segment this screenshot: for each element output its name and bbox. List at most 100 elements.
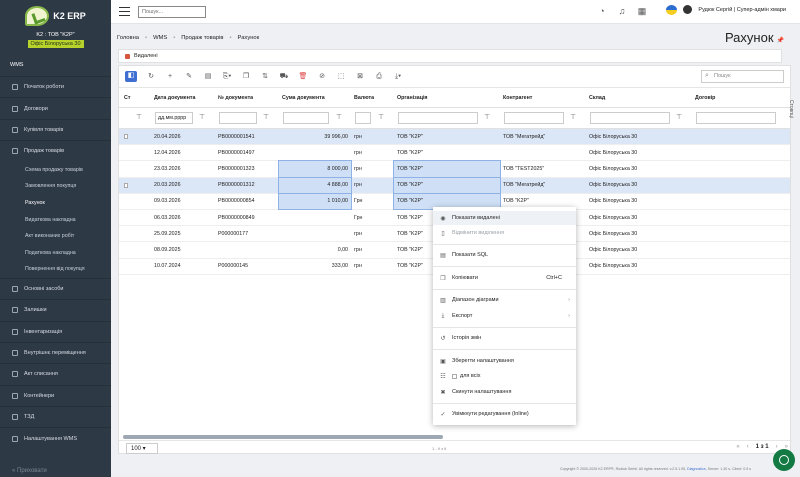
menu-item-show-sql[interactable]: ▤ Показати SQL [433, 248, 576, 262]
print-icon[interactable]: ⎙ [374, 72, 384, 82]
for-all-checkbox[interactable] [452, 373, 457, 379]
organization-filter-input[interactable] [398, 112, 478, 124]
col-sum[interactable]: Сума документа [279, 88, 351, 107]
warehouse-filter-input[interactable] [590, 112, 670, 124]
filter-icon[interactable]: ⊤ [199, 114, 205, 121]
col-status[interactable]: Ст [121, 88, 143, 107]
number-filter-input[interactable] [219, 112, 257, 124]
table-row[interactable]: 20.03.2026 РВ0000001312 4 888,00 грн ТОВ… [119, 176, 790, 194]
table-row[interactable]: 20.04.2026 РВ0000001541 39 996,00 грн ТО… [119, 129, 790, 146]
table-row[interactable]: 23.03.2026 РВ0000001323 8 000,00 грн ТОВ… [119, 160, 790, 178]
col-currency[interactable]: Валюта [351, 88, 391, 107]
move-icon[interactable]: ⇅ [260, 72, 270, 82]
col-warehouse[interactable]: Склад [586, 88, 656, 107]
sidebar-item-stock[interactable]: Залишки [0, 299, 111, 320]
menu-item-save-settings[interactable]: ▣ Зберегти налаштування [433, 354, 576, 368]
download-icon[interactable]: ⤓▾ [393, 72, 403, 82]
col-counterparty[interactable]: Контрагент [500, 88, 570, 107]
sidebar-subitem-orders[interactable]: Замовлення покупця [0, 178, 111, 195]
next-page-icon[interactable]: › [776, 444, 778, 450]
menu-item-show-deleted[interactable]: ◉ Показати видалені [433, 211, 576, 225]
sidebar-subitem-tax-invoice[interactable]: Податкова накладна [0, 245, 111, 262]
currency-filter-input[interactable] [355, 112, 371, 124]
document-icon[interactable]: ▤ [203, 72, 213, 82]
bell-icon[interactable]: ♫ [617, 6, 627, 16]
apps-grid-icon[interactable]: ▦ [637, 6, 647, 16]
sidebar-item-writeoff[interactable]: Акт списання [0, 363, 111, 384]
sum-filter-input[interactable] [283, 112, 329, 124]
sidebar-item-fixed-assets[interactable]: Основні засоби [0, 277, 111, 299]
refresh-icon[interactable]: ↻ [146, 72, 156, 82]
filter-icon[interactable]: ⊤ [263, 114, 269, 121]
user-area[interactable]: Рудюк Сергій | Супер-адмін хмари [666, 4, 786, 15]
contract-filter-input[interactable] [696, 112, 776, 124]
print-doc-icon[interactable]: ⎘▾ [222, 72, 232, 82]
filter-icon[interactable]: ⊤ [136, 114, 142, 121]
counterparty-filter-input[interactable] [504, 112, 564, 124]
horizontal-scrollbar[interactable] [119, 435, 775, 439]
col-date[interactable]: Дата документа [151, 88, 213, 107]
prev-page-icon[interactable]: ‹ [747, 444, 749, 450]
menu-item-copy[interactable]: ❐ Копіювати Ctrl+C [433, 271, 576, 285]
deselect-icon[interactable]: ⊠ [355, 72, 365, 82]
menu-item-export[interactable]: ⤓ Експорт › [433, 309, 576, 323]
menu-item-reset-settings[interactable]: ✖ Скинути налаштування [433, 385, 576, 399]
filter-icon[interactable]: ⊤ [378, 114, 384, 121]
delivery-icon[interactable]: ⛟ [279, 72, 289, 82]
delete-icon[interactable]: 🗑 [298, 72, 308, 82]
columns-side-panel[interactable]: Стовпці [784, 100, 794, 140]
sidebar-item-containers[interactable]: Контейнери [0, 384, 111, 406]
sidebar-item-sales[interactable]: Продаж товарів [0, 140, 111, 161]
pin-icon[interactable]: 📌 [777, 38, 784, 44]
user-name[interactable]: Рудюк Сергій | Супер-адмін хмари [698, 7, 786, 13]
row-checkbox[interactable] [124, 182, 128, 188]
filter-icon[interactable]: ⊤ [570, 114, 576, 121]
menu-item-chart-range[interactable]: ▥ Діапазон діаграми › [433, 293, 576, 307]
menu-item-history[interactable]: ↺ Історія змін [433, 331, 576, 345]
breadcrumb-wms[interactable]: WMS [153, 35, 167, 41]
breadcrumb-sales[interactable]: Продаж товарів [181, 35, 223, 41]
filter-icon[interactable]: ⊤ [336, 114, 342, 121]
sidebar-item-tsd[interactable]: ТЗД [0, 406, 111, 427]
diagnostics-link[interactable]: Diagnostics [687, 467, 706, 471]
sidebar-subitem-returns[interactable]: Повернення від покупця [0, 261, 111, 278]
col-contract[interactable]: Договір [692, 88, 762, 107]
filter-icon[interactable]: ⊤ [676, 114, 682, 121]
sidebar-item-wms-settings[interactable]: Налаштування WMS [0, 427, 111, 448]
chat-button-icon[interactable] [773, 449, 795, 471]
sidebar-subitem-sales-scheme[interactable]: Схема продажу товарів [0, 162, 111, 179]
menu-item-clear-selection[interactable]: ▯ Відмінити виділення [433, 226, 576, 240]
menu-item-inline-edit[interactable]: ✓ Увімкнути редагування (Inline) [433, 407, 576, 421]
col-number[interactable]: № документа [215, 88, 277, 107]
sidebar-item-transfer[interactable]: Внутрішнє переміщення [0, 341, 111, 363]
layout-toggle-icon[interactable]: ◧ [125, 71, 137, 82]
select-all-icon[interactable]: ⬚ [336, 72, 346, 82]
menu-item-for-all[interactable]: ☷ для всіх [433, 369, 576, 383]
sidebar-item-start[interactable]: Початок роботи [0, 76, 111, 97]
col-organization[interactable]: Організація [394, 88, 484, 107]
ukraine-flag-icon[interactable] [666, 5, 678, 15]
page-size-select[interactable]: 100 ▾ [126, 443, 158, 454]
sidebar-item-purchases[interactable]: Купівля товарів [0, 118, 111, 140]
clear-filter-icon[interactable]: ⊘ [317, 72, 327, 82]
edit-icon[interactable]: ✎ [184, 72, 194, 82]
breadcrumb-home[interactable]: Головна [117, 35, 139, 41]
global-search-input[interactable] [138, 5, 206, 18]
sidebar-subitem-waybill[interactable]: Видаткова накладна [0, 211, 111, 228]
duplicate-icon[interactable]: ❐ [241, 72, 251, 82]
scrollbar-thumb[interactable] [123, 435, 443, 439]
sidebar-subitem-invoice[interactable]: Рахунок [0, 195, 111, 212]
table-row[interactable]: 12.04.2026 РВ0000001497 грн ТОВ "K2P" Оф… [119, 145, 790, 162]
date-filter-input[interactable]: дд.мм.рррр [155, 112, 193, 124]
add-icon[interactable]: + [165, 72, 175, 82]
speedometer-icon[interactable]: ◔ [597, 6, 607, 16]
sidebar-hide-button[interactable]: « Приховати [12, 468, 47, 474]
hamburger-menu-icon[interactable] [119, 7, 130, 16]
first-page-icon[interactable]: « [736, 444, 739, 450]
sidebar-item-inventory[interactable]: Інвентаризація [0, 320, 111, 342]
tab-deleted[interactable]: Видалені [134, 53, 158, 59]
sidebar-subitem-act[interactable]: Акт виконаних робіт [0, 228, 111, 245]
sidebar-item-contracts[interactable]: Договори [0, 97, 111, 118]
grid-search-input[interactable]: Пошук [701, 70, 784, 83]
row-checkbox[interactable] [124, 134, 128, 140]
